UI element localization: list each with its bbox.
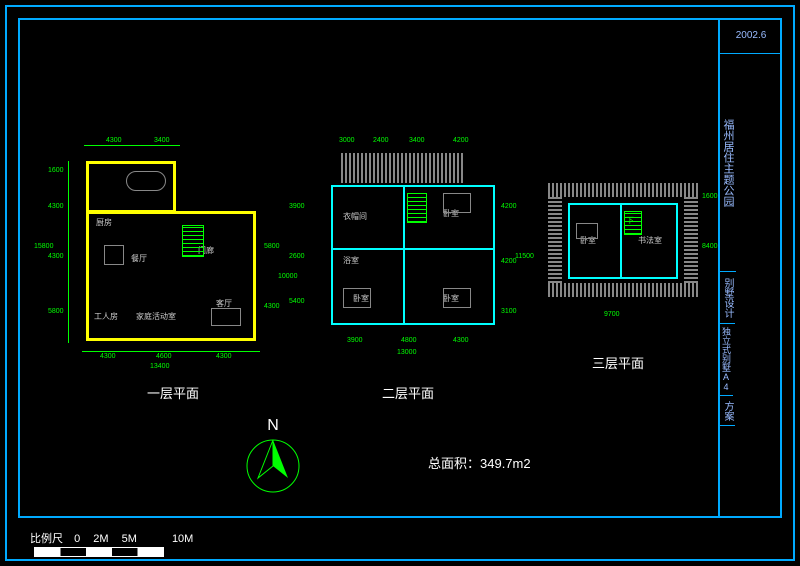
- dim: 8400: [702, 243, 718, 250]
- dim: 3000: [339, 137, 355, 144]
- scale-2m: 2M: [93, 533, 108, 545]
- scale-graphic: [34, 547, 164, 557]
- scale-10m: 10M: [172, 533, 193, 545]
- dim-line: [68, 161, 69, 343]
- dim: 10000: [278, 273, 297, 280]
- drawing-area: 厨房 餐厅 门廊 客厅 工人房 家庭活动室 4300 3400 4300 460…: [18, 18, 718, 518]
- dim: 1600: [48, 167, 64, 174]
- north-letter: N: [267, 418, 279, 434]
- dim: 3400: [409, 137, 425, 144]
- scale-0: 0: [74, 533, 80, 545]
- dim: 15800: [34, 243, 53, 250]
- wall: [331, 185, 333, 325]
- bed-icon: [576, 223, 598, 239]
- floor-1-plan: 厨房 餐厅 门廊 客厅 工人房 家庭活动室 4300 3400 4300 460…: [76, 153, 266, 353]
- total-area: 总面积：349.7m2: [428, 453, 531, 472]
- title-block: 2002.6 福州居住主题公园 别墅设计 独立式别墅A4 方案: [718, 18, 782, 518]
- dim: 3400: [154, 137, 170, 144]
- plan2-label: 二层平面: [368, 383, 448, 402]
- roof-hatch-s: [548, 283, 698, 297]
- dim: 11500: [515, 253, 534, 260]
- dim: 5400: [289, 298, 305, 305]
- scale-label: 比例尺: [30, 533, 63, 545]
- plan3-label: 三层平面: [578, 353, 658, 372]
- wall: [620, 203, 622, 279]
- study-label: 书法室: [638, 235, 662, 246]
- worker-label: 工人房: [94, 311, 118, 322]
- dim: 2400: [373, 137, 389, 144]
- dim: 4600: [156, 353, 172, 360]
- dim: 3900: [347, 337, 363, 344]
- bed-icon: [343, 288, 371, 308]
- dim: 5800: [264, 243, 280, 250]
- scale-5m: 5M: [122, 533, 137, 545]
- date-cell: 2002.6: [720, 18, 782, 54]
- dim: 5800: [48, 308, 64, 315]
- roof-hatch-e: [684, 197, 698, 283]
- dim: 3900: [289, 203, 305, 210]
- dim: 4300: [264, 303, 280, 310]
- design-type: 别墅设计: [720, 272, 735, 324]
- dim: 4300: [48, 203, 64, 210]
- dim: 4300: [106, 137, 122, 144]
- roof-hatch-n: [548, 183, 698, 197]
- table-icon: [104, 245, 124, 265]
- dim: 4800: [401, 337, 417, 344]
- roof-hatch: [341, 153, 465, 183]
- dim: 4200: [453, 137, 469, 144]
- dim: 13400: [150, 363, 169, 370]
- wall: [493, 185, 495, 325]
- dim: 4200: [501, 203, 517, 210]
- floor-3-plan: 卧室 书法室 下 9700 1600 8400: [548, 173, 698, 343]
- roof-hatch-w: [548, 197, 562, 283]
- project-title: 福州居住主题公园: [720, 54, 736, 272]
- scale-bar: 比例尺 0 2M 5M 10M: [30, 530, 193, 558]
- wall: [676, 203, 678, 279]
- bath-label: 浴室: [343, 255, 359, 266]
- dim: 3100: [501, 308, 517, 315]
- stair-icon: [407, 193, 427, 223]
- north-compass: N: [238, 418, 308, 503]
- dim-line: [82, 351, 260, 352]
- villa-type: 独立式别墅A4: [720, 324, 733, 396]
- plan1-label: 一层平面: [133, 383, 213, 402]
- wall: [568, 203, 678, 205]
- wall: [331, 248, 495, 250]
- wall: [403, 185, 405, 325]
- dim: 4300: [100, 353, 116, 360]
- stair-dn: 下: [626, 215, 634, 226]
- wall: [568, 203, 570, 279]
- dim: 9700: [604, 311, 620, 318]
- storage-label: 衣帽间: [343, 211, 367, 222]
- sofa-icon: [211, 308, 241, 326]
- dim: 13000: [397, 349, 416, 356]
- dim: 2600: [289, 253, 305, 260]
- wall: [331, 185, 495, 187]
- dim: 4300: [216, 353, 232, 360]
- dim: 1600: [702, 193, 718, 200]
- dim: 4300: [453, 337, 469, 344]
- stair-icon: [182, 225, 204, 257]
- bed-icon: [443, 288, 471, 308]
- wall: [568, 277, 678, 279]
- activity-label: 家庭活动室: [136, 311, 176, 322]
- car-icon: [126, 171, 166, 191]
- floor-2-plan: 衣帽间 浴室 卧室 卧室 卧室 3000 2400 3400 4200 3900…: [313, 153, 503, 353]
- dim-line: [84, 145, 180, 146]
- kitchen-label: 厨房: [96, 217, 112, 228]
- compass-icon: N: [238, 418, 308, 498]
- wall: [331, 323, 495, 325]
- stage: 方案: [720, 396, 735, 426]
- bed-icon: [443, 193, 471, 213]
- dim: 4300: [48, 253, 64, 260]
- dining-label: 餐厅: [131, 253, 147, 264]
